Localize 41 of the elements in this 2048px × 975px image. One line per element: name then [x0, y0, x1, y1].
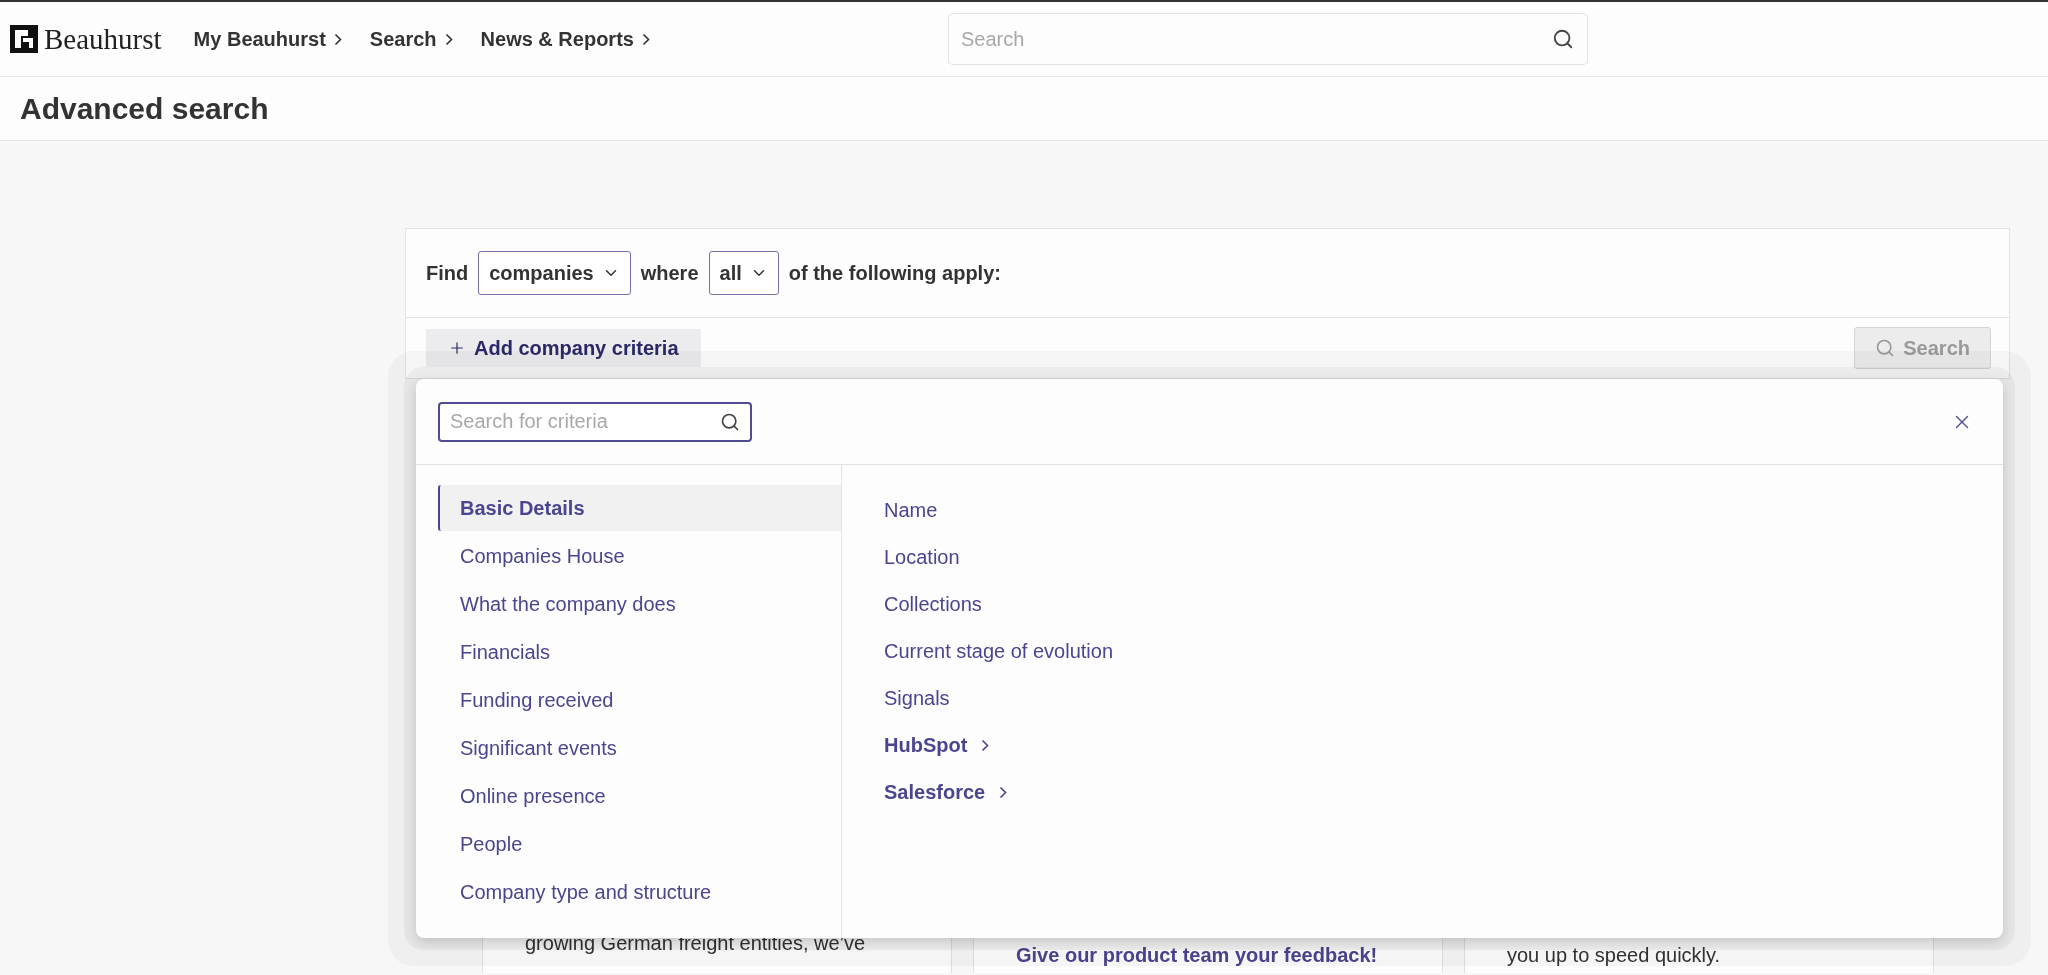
criteria-link[interactable]: Location [884, 534, 960, 581]
category-item[interactable]: Basic Details [438, 485, 841, 531]
feedback-link[interactable]: Give our product team your feedback! [1016, 944, 1378, 966]
nav-link[interactable]: My Beauhurst [193, 27, 342, 51]
search-icon [1551, 28, 1574, 50]
where-label: where [640, 261, 699, 285]
add-criteria-button[interactable]: Add company criteria [426, 329, 701, 367]
find-label: Find [426, 261, 469, 285]
card-text: you up to speed quickly. [1507, 944, 1721, 966]
logo-icon [10, 25, 38, 53]
criteria-link[interactable]: Signals [884, 675, 950, 722]
criteria-link[interactable]: Current stage of evolution [884, 628, 1114, 675]
match-dropdown[interactable]: all [708, 251, 779, 295]
chevron-right-icon [444, 32, 453, 46]
category-item[interactable]: People [438, 821, 841, 867]
category-item[interactable]: Funding received [438, 677, 841, 723]
page-title: Advanced search [20, 91, 269, 126]
search-icon [720, 411, 740, 432]
criteria-group-link[interactable]: HubSpot [884, 722, 990, 769]
chevron-right-icon [641, 32, 650, 46]
category-item[interactable]: Online presence [438, 773, 841, 819]
chevron-right-icon [981, 739, 990, 752]
nav-link[interactable]: Search [369, 27, 453, 51]
category-item[interactable]: Company type and structure [438, 869, 841, 915]
chevron-right-icon [999, 786, 1008, 799]
criteria-link[interactable]: Collections [884, 581, 982, 628]
category-item[interactable]: Companies House [438, 533, 841, 579]
category-item[interactable]: Significant events [438, 725, 841, 771]
plus-icon [448, 339, 466, 357]
nav-link[interactable]: News & Reports [480, 27, 650, 51]
category-item[interactable]: Financials [438, 629, 841, 675]
criteria-group-link[interactable]: Salesforce [884, 769, 1008, 816]
entity-dropdown[interactable]: companies [478, 251, 631, 295]
criteria-search-field[interactable]: Search for criteria [438, 401, 752, 442]
condition-label: of the following apply: [788, 261, 1001, 285]
criteria-link[interactable]: Name [884, 487, 938, 534]
search-field[interactable]: Search [947, 13, 1588, 65]
logo-text[interactable]: Beauhurst [44, 22, 162, 56]
search-icon [1875, 338, 1896, 358]
chevron-right-icon [333, 32, 342, 46]
category-item[interactable]: What the company does [438, 581, 841, 627]
